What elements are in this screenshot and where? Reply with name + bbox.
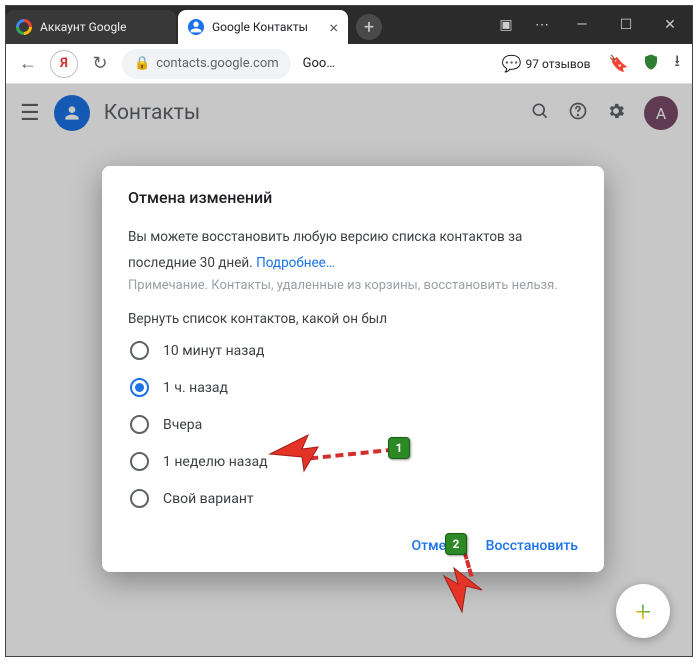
extensions-panel-icon[interactable]: ▣ (488, 6, 524, 44)
address-bar: ← Я ↻ 🔒 contacts.google.com Goo… 💬 97 от… (6, 44, 692, 84)
url-box[interactable]: 🔒 contacts.google.com (122, 49, 291, 79)
restore-button[interactable]: Восстановить (486, 538, 578, 554)
hamburger-menu-icon[interactable]: ☰ (20, 101, 40, 126)
option-custom[interactable]: Свой вариант (130, 489, 578, 508)
radio-icon (130, 341, 149, 360)
radio-icon (130, 489, 149, 508)
reviews-count: 97 отзывов (526, 57, 591, 71)
tab-title: Аккаунт Google (40, 20, 126, 34)
url-truncated: Goo… (303, 56, 335, 71)
app-logo-icon (54, 95, 90, 131)
dialog-note: Примечание. Контакты, удаленные из корзи… (128, 278, 578, 293)
account-avatar[interactable]: A (644, 96, 678, 130)
search-icon[interactable] (530, 101, 550, 126)
back-button[interactable]: ← (14, 50, 42, 78)
annotation-arrow-1 (268, 431, 320, 473)
annotation-badge-2: 2 (445, 533, 467, 555)
reviews-extension[interactable]: 💬 97 отзывов (502, 54, 591, 73)
window-close-button[interactable]: ✕ (648, 6, 692, 44)
lock-icon: 🔒 (134, 56, 150, 71)
app-bar: ☰ Контакты A (6, 84, 692, 142)
download-icon[interactable]: ⭳ (674, 50, 680, 77)
window-maximize-button[interactable]: ☐ (604, 6, 648, 44)
reviews-dot-icon: 💬 (502, 54, 522, 73)
settings-gear-icon[interactable] (606, 101, 626, 126)
tab-google-contacts[interactable]: Google Контакты × (178, 10, 348, 44)
tab-title: Google Контакты (212, 20, 308, 34)
plus-icon: + (635, 595, 651, 628)
window-minimize-button[interactable]: — (560, 6, 604, 44)
annotation-arrow-2 (440, 566, 484, 614)
radio-icon (130, 452, 149, 471)
option-1-hour[interactable]: 1 ч. назад (130, 378, 578, 397)
page-viewport: ☰ Контакты A (6, 84, 692, 656)
titlebar: Аккаунт Google Google Контакты × + ▣ ⋯ —… (6, 6, 692, 44)
annotation-badge-1: 1 (388, 437, 410, 459)
menu-dots-icon[interactable]: ⋯ (524, 6, 560, 44)
dialog-subheader: Вернуть список контактов, какой он был (128, 311, 578, 327)
undo-changes-dialog: Отмена изменений Вы можете восстановить … (102, 166, 604, 572)
radio-icon (130, 378, 149, 397)
help-icon[interactable] (568, 101, 588, 126)
bookmark-icon[interactable]: 🔖 (608, 54, 628, 73)
dialog-body: Вы можете восстановить любую версию спис… (128, 225, 578, 276)
reload-button[interactable]: ↻ (86, 50, 114, 78)
learn-more-link[interactable]: Подробнее… (256, 255, 335, 271)
option-10-min[interactable]: 10 минут назад (130, 341, 578, 360)
yandex-button[interactable]: Я (50, 50, 78, 78)
dialog-title: Отмена изменений (128, 188, 578, 207)
tab-google-account[interactable]: Аккаунт Google (6, 10, 176, 44)
new-tab-button[interactable]: + (356, 14, 382, 40)
adblock-shield-icon[interactable] (642, 53, 660, 75)
url-text: contacts.google.com (156, 56, 278, 71)
google-favicon-icon (16, 19, 32, 35)
option-yesterday[interactable]: Вчера (130, 415, 578, 434)
radio-icon (130, 415, 149, 434)
create-contact-fab[interactable]: + (616, 584, 670, 638)
app-title: Контакты (104, 101, 200, 125)
close-tab-icon[interactable]: × (329, 18, 338, 37)
contacts-favicon-icon (188, 19, 204, 35)
browser-window: Аккаунт Google Google Контакты × + ▣ ⋯ —… (5, 5, 693, 657)
restore-options: 10 минут назад 1 ч. назад Вчера 1 неделю… (130, 341, 578, 508)
